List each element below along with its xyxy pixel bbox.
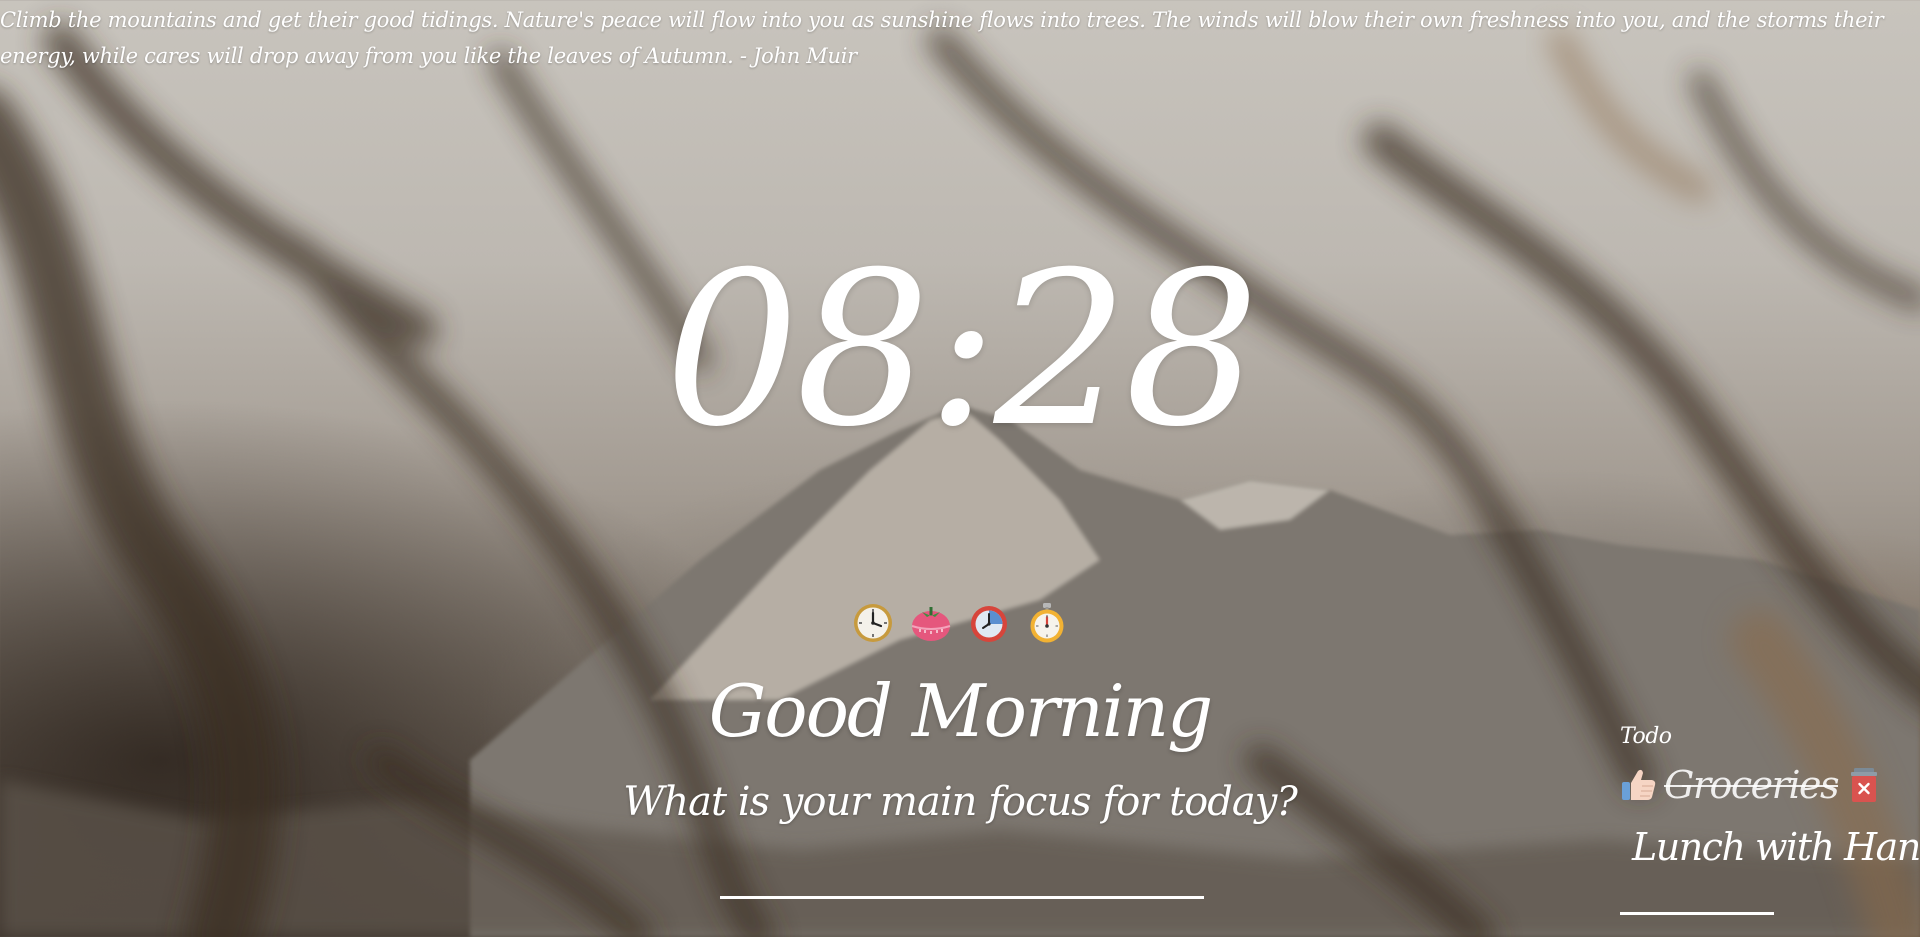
analog-clock-icon[interactable]	[852, 602, 894, 644]
todo-item-text[interactable]: Lunch with Hank	[1632, 825, 1920, 869]
trash-delete-icon[interactable]	[1850, 767, 1878, 803]
quote-text: Climb the mountains and get their good t…	[0, 8, 1884, 68]
mode-selector	[852, 601, 1068, 645]
todo-panel: Todo Groceries Lunch with Hank	[1620, 720, 1920, 915]
todo-item: Groceries	[1620, 754, 1910, 816]
focus-input[interactable]	[720, 852, 1204, 899]
new-todo-input[interactable]	[1620, 888, 1774, 915]
todo-title: Todo	[1620, 724, 1672, 749]
stopwatch-icon[interactable]	[1026, 602, 1068, 644]
timer-clock-icon[interactable]	[968, 602, 1010, 644]
todo-item-text[interactable]: Groceries	[1664, 763, 1839, 807]
tomato-timer-icon[interactable]	[910, 602, 952, 644]
clock-time: 08:28	[664, 226, 1260, 473]
thumbs-up-icon[interactable]	[1620, 766, 1658, 804]
todo-item: Lunch with Hank	[1620, 816, 1920, 878]
